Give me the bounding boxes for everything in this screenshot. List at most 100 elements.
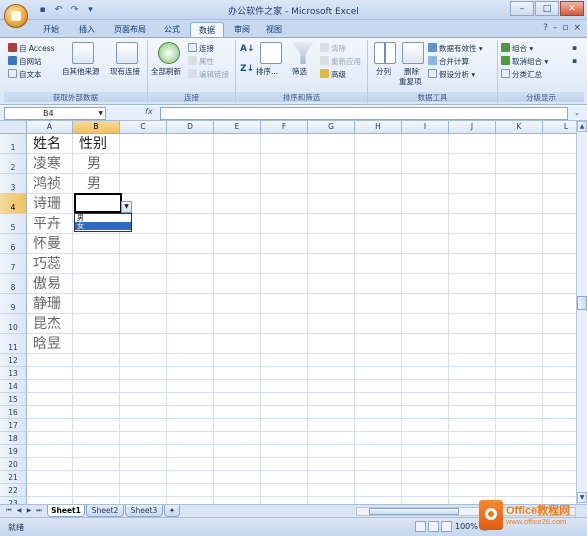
row-header-23[interactable]: 23 (0, 497, 27, 504)
scroll-up-icon[interactable]: ▲ (577, 121, 587, 132)
hide-detail-icon[interactable]: ▪ (572, 56, 577, 65)
row-header-9[interactable]: 9 (0, 294, 27, 314)
validation-dropdown-button[interactable]: ▼ (121, 201, 132, 213)
row-header-3[interactable]: 3 (0, 174, 27, 194)
consolidate-button[interactable]: 合并计算 (428, 56, 469, 67)
close-button[interactable]: ✕ (560, 1, 584, 16)
tab-formulas[interactable]: 公式 (156, 22, 188, 38)
normal-view-icon[interactable] (415, 521, 426, 532)
zoom-level[interactable]: 100% (455, 522, 478, 531)
sort-descending-icon[interactable]: Z↓ (240, 64, 254, 74)
cell-b2[interactable]: 男 (87, 155, 101, 173)
row-header-15[interactable]: 15 (0, 393, 27, 406)
row-header-12[interactable]: 12 (0, 354, 27, 367)
row-header-22[interactable]: 22 (0, 484, 27, 497)
column-header-a[interactable]: A (27, 121, 73, 134)
minimize-button[interactable]: – (510, 1, 534, 16)
row-header-4[interactable]: 4 (0, 194, 27, 214)
insert-function-icon[interactable]: fx (145, 107, 153, 116)
cell-a5[interactable]: 平卉 (33, 215, 61, 233)
properties-button[interactable]: 属性 (188, 56, 214, 67)
row-header-19[interactable]: 19 (0, 445, 27, 458)
help-icon[interactable]: ? (543, 23, 548, 33)
cell-a9[interactable]: 静珊 (33, 295, 61, 313)
row-header-21[interactable]: 21 (0, 471, 27, 484)
row-header-13[interactable]: 13 (0, 367, 27, 380)
cell-a4[interactable]: 诗珊 (33, 195, 61, 213)
column-header-e[interactable]: E (214, 121, 261, 134)
worksheet-grid[interactable]: ABCDEFGHIJKL 1 2 3 4 5 6 7 8 9 10 11 12 13 14 15 16 17 18… (0, 121, 576, 504)
dropdown-option-female[interactable]: 女 (75, 222, 131, 230)
cell-a10[interactable]: 昆杰 (33, 315, 61, 333)
row-header-8[interactable]: 8 (0, 274, 27, 294)
cell-a6[interactable]: 怀曼 (33, 235, 61, 253)
reapply-button[interactable]: 重新应用 (320, 56, 361, 67)
refresh-all-button[interactable]: 全部刷新 (151, 66, 181, 77)
sort-ascending-icon[interactable]: A↓ (240, 44, 255, 54)
sheet-tab-sheet1[interactable]: Sheet1 (47, 505, 85, 517)
cell-a11[interactable]: 晗昱 (33, 335, 61, 353)
tab-page-layout[interactable]: 页面布局 (108, 22, 152, 38)
column-header-l[interactable]: L (543, 121, 576, 134)
formula-input[interactable] (160, 107, 568, 120)
from-other-sources-button[interactable]: 自其他来源 (62, 66, 100, 77)
page-break-view-icon[interactable] (441, 521, 452, 532)
name-box[interactable]: B4 ▼ (4, 107, 106, 120)
column-header-f[interactable]: F (261, 121, 308, 134)
tab-home[interactable]: 开始 (36, 22, 66, 38)
page-layout-view-icon[interactable] (428, 521, 439, 532)
column-header-i[interactable]: I (402, 121, 449, 134)
group-button[interactable]: 组合 ▾ (501, 43, 533, 54)
row-header-1[interactable]: 1 (0, 134, 27, 154)
sheet-tab-sheet2[interactable]: Sheet2 (86, 505, 124, 517)
subtotal-button[interactable]: 分类汇总 (501, 69, 542, 80)
office-button[interactable] (4, 4, 28, 28)
from-web-button[interactable]: 自网站 (8, 56, 42, 67)
ungroup-button[interactable]: 取消组合 ▾ (501, 56, 548, 67)
sort-button[interactable]: 排序... (256, 66, 278, 77)
expand-formula-bar-icon[interactable]: ⌄ (571, 107, 583, 120)
column-header-c[interactable]: C (120, 121, 167, 134)
tab-view[interactable]: 视图 (260, 22, 288, 38)
vertical-scroll-thumb[interactable] (577, 296, 587, 310)
active-cell-b4[interactable] (74, 193, 122, 213)
insert-sheet-icon[interactable]: ✦ (164, 505, 180, 517)
clear-filter-button[interactable]: 清除 (320, 43, 346, 54)
column-header-k[interactable]: K (496, 121, 543, 134)
column-header-j[interactable]: J (449, 121, 496, 134)
last-sheet-icon[interactable]: ⏭ (34, 506, 44, 516)
cell-a8[interactable]: 傲易 (33, 275, 61, 293)
sheet-tab-sheet3[interactable]: Sheet3 (125, 505, 163, 517)
row-header-17[interactable]: 17 (0, 419, 27, 432)
prev-sheet-icon[interactable]: ◀ (14, 506, 24, 516)
row-header-5[interactable]: 5 (0, 214, 27, 234)
cell-b1[interactable]: 性别 (79, 135, 107, 153)
what-if-button[interactable]: 假设分析 ▾ (428, 69, 475, 80)
cell-a1[interactable]: 姓名 (33, 135, 61, 153)
row-header-16[interactable]: 16 (0, 406, 27, 419)
next-sheet-icon[interactable]: ▶ (24, 506, 34, 516)
cell-a2[interactable]: 凌寒 (33, 155, 61, 173)
row-header-7[interactable]: 7 (0, 254, 27, 274)
cell-a3[interactable]: 鸿祯 (33, 175, 61, 193)
from-text-button[interactable]: 自文本 (8, 69, 42, 80)
ribbon-restore-icon[interactable]: ▫ (562, 23, 568, 33)
text-to-columns-button[interactable]: 分列 (376, 66, 391, 77)
tab-review[interactable]: 审阅 (228, 22, 256, 38)
vertical-scrollbar[interactable]: ▲ ▼ (576, 121, 587, 504)
first-sheet-icon[interactable]: ⏮ (4, 506, 14, 516)
column-header-b[interactable]: B (73, 121, 120, 134)
row-header-20[interactable]: 20 (0, 458, 27, 471)
select-all-corner[interactable] (0, 121, 27, 134)
cell-a7[interactable]: 巧蕊 (33, 255, 61, 273)
row-header-14[interactable]: 14 (0, 380, 27, 393)
existing-connections-button[interactable]: 现有连接 (110, 66, 140, 77)
tab-insert[interactable]: 插入 (72, 22, 102, 38)
row-header-18[interactable]: 18 (0, 432, 27, 445)
filter-button[interactable]: 筛选 (292, 66, 307, 77)
data-validation-button[interactable]: 数据有效性 ▾ (428, 43, 483, 54)
column-header-d[interactable]: D (167, 121, 214, 134)
advanced-filter-button[interactable]: 高级 (320, 69, 346, 80)
connections-button[interactable]: 连接 (188, 43, 214, 54)
from-access-button[interactable]: 自 Access (8, 43, 55, 54)
